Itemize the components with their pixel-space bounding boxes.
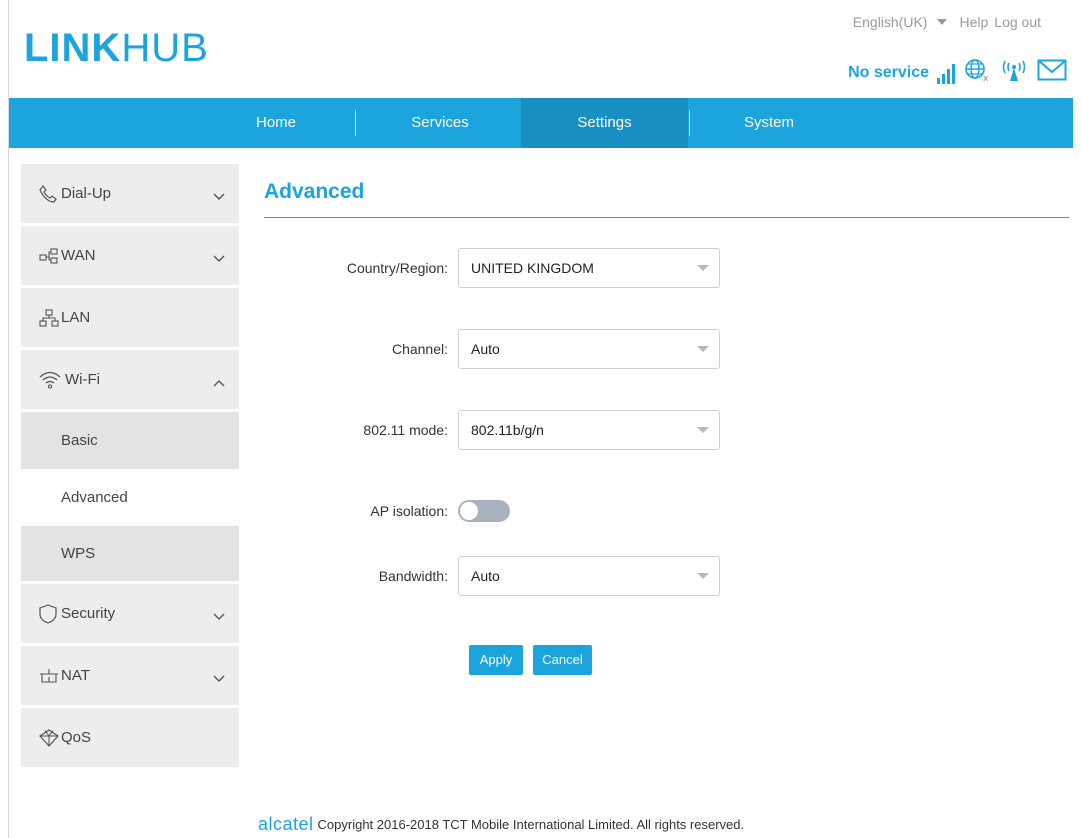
caret-down-icon[interactable] xyxy=(937,19,948,25)
bandwidth-select[interactable]: Auto xyxy=(458,556,720,596)
cancel-button[interactable]: Cancel xyxy=(533,645,592,675)
chevron-up-icon xyxy=(213,374,225,391)
nav-divider xyxy=(689,110,690,136)
channel-row: Channel: Auto xyxy=(264,329,720,369)
chevron-down-icon xyxy=(213,608,225,625)
status-bar: No service x xyxy=(848,58,1067,87)
mode-value: 802.11b/g/n xyxy=(471,422,544,438)
footer: alcatel Copyright 2016-2018 TCT Mobile I… xyxy=(258,814,744,835)
channel-label: Channel: xyxy=(391,341,448,357)
nav-home[interactable]: Home xyxy=(241,98,311,148)
mode-row: 802.11 mode: 802.11b/g/n xyxy=(264,410,720,450)
logo-thin: HUB xyxy=(121,26,209,70)
wan-icon xyxy=(39,246,59,266)
signal-icon xyxy=(937,62,955,84)
nav-divider xyxy=(355,110,356,136)
apply-button[interactable]: Apply xyxy=(469,645,523,675)
page-title: Advanced xyxy=(264,180,365,203)
sidebar-item-lan[interactable]: LAN xyxy=(21,288,239,350)
country-select[interactable]: UNITED KINGDOM xyxy=(458,248,720,288)
bandwidth-label: Bandwidth: xyxy=(378,568,448,584)
sidebar: Dial-Up WAN LAN Wi-Fi Basic Advanced WPS… xyxy=(21,164,239,770)
ap-isolation-label: AP isolation: xyxy=(370,503,448,519)
country-row: Country/Region: UNITED KINGDOM xyxy=(264,248,720,288)
bandwidth-row: Bandwidth: Auto xyxy=(264,556,720,596)
copyright-text: Copyright 2016-2018 TCT Mobile Internati… xyxy=(317,817,745,832)
chevron-down-icon xyxy=(213,670,225,687)
chevron-down-icon xyxy=(213,188,225,205)
bandwidth-value: Auto xyxy=(471,568,500,584)
shield-icon xyxy=(39,603,59,624)
dropdown-arrow-icon xyxy=(697,346,709,352)
chevron-down-icon xyxy=(213,250,225,267)
lan-icon xyxy=(39,308,59,328)
language-selector[interactable]: English(UK) xyxy=(853,14,928,30)
dropdown-arrow-icon xyxy=(697,573,709,579)
title-divider xyxy=(264,217,1069,218)
sidebar-item-label: WAN xyxy=(61,247,96,264)
alcatel-logo: alcatel xyxy=(258,814,314,834)
message-icon[interactable] xyxy=(1037,59,1067,86)
sidebar-item-wan[interactable]: WAN xyxy=(21,226,239,288)
dropdown-arrow-icon xyxy=(697,265,709,271)
sidebar-item-label: Security xyxy=(61,605,116,622)
globe-icon: x xyxy=(963,58,991,87)
sidebar-item-wi-fi[interactable]: Wi-Fi xyxy=(21,350,239,412)
nav-system[interactable]: System xyxy=(719,98,819,148)
ap-isolation-row: AP isolation: xyxy=(264,500,510,522)
nav-settings[interactable]: Settings xyxy=(521,98,688,148)
sidebar-item-label: LAN xyxy=(61,309,91,326)
sidebar-subitem-advanced[interactable]: Advanced xyxy=(21,469,239,526)
sidebar-item-label: QoS xyxy=(61,729,92,746)
svg-text:x: x xyxy=(983,74,989,82)
mode-label: 802.11 mode: xyxy=(363,422,448,438)
toggle-knob xyxy=(460,502,478,520)
sidebar-item-nat[interactable]: NAT xyxy=(21,646,239,708)
network-status-text: No service xyxy=(848,63,929,81)
mode-select[interactable]: 802.11b/g/n xyxy=(458,410,720,450)
nav-services[interactable]: Services xyxy=(385,98,495,148)
sidebar-item-dial-up[interactable]: Dial-Up xyxy=(21,164,239,226)
main-nav: Home Services Settings System xyxy=(9,98,1073,148)
country-label: Country/Region: xyxy=(346,260,448,276)
wifi-broadcast-icon xyxy=(999,58,1029,87)
country-value: UNITED KINGDOM xyxy=(471,260,594,276)
help-link[interactable]: Help xyxy=(959,14,988,30)
logo-bold: LINK xyxy=(24,26,122,70)
linkhub-logo: LINKHUB xyxy=(24,26,209,71)
top-links: English(UK) Help Log out xyxy=(853,14,1041,30)
sidebar-item-label: Wi-Fi xyxy=(65,371,100,388)
nat-icon xyxy=(39,666,59,686)
sidebar-item-security[interactable]: Security xyxy=(21,584,239,646)
channel-value: Auto xyxy=(471,341,500,357)
logout-link[interactable]: Log out xyxy=(994,14,1041,30)
dropdown-arrow-icon xyxy=(697,427,709,433)
sidebar-item-label: Dial-Up xyxy=(61,185,112,202)
qos-icon xyxy=(39,728,59,748)
wifi-icon xyxy=(39,370,63,390)
sidebar-item-label: NAT xyxy=(61,667,90,684)
sidebar-subitem-wps[interactable]: WPS xyxy=(21,526,239,584)
channel-select[interactable]: Auto xyxy=(458,329,720,369)
sidebar-subitem-basic[interactable]: Basic xyxy=(21,412,239,469)
ap-isolation-toggle[interactable] xyxy=(458,500,510,522)
sidebar-item-qos[interactable]: QoS xyxy=(21,708,239,770)
phone-icon xyxy=(39,184,59,204)
